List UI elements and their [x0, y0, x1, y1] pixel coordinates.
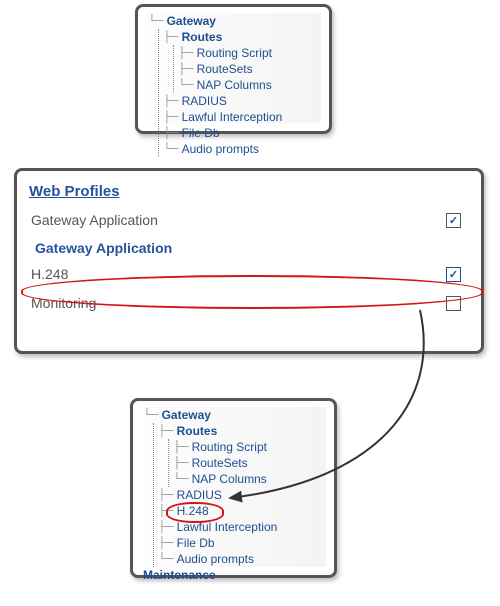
tree-label: Maintenance [143, 567, 216, 583]
subheading-gateway-application: Gateway Application [25, 234, 473, 260]
nav-tree-after: └─ Gateway ├─ Routes ├─Routing Script ├─… [141, 407, 326, 583]
tree-node-routes[interactable]: ├─ Routes [163, 29, 321, 45]
nav-tree-before: └─ Gateway ├─ Routes ├─Routing Script ├─… [146, 13, 321, 157]
tree-label: RADIUS [177, 487, 222, 503]
tree-label: Routes [182, 29, 223, 45]
tree-node[interactable]: ├─RADIUS [158, 487, 326, 503]
tree-label: Audio prompts [182, 141, 259, 157]
tree-label: Routing Script [192, 439, 267, 455]
tree-node-gateway[interactable]: └─ Gateway [148, 13, 321, 29]
tree-node[interactable]: └─Audio prompts [158, 551, 326, 567]
row-monitoring: Monitoring [25, 288, 473, 317]
tree-label: NAP Columns [197, 77, 272, 93]
tree-label: RouteSets [197, 61, 253, 77]
tree-label: NAP Columns [192, 471, 267, 487]
tree-label: Routing Script [197, 45, 272, 61]
tree-label: Gateway [167, 13, 216, 29]
tree-node-h248[interactable]: ├─H.248 [158, 503, 326, 519]
tree-node[interactable]: └─NAP Columns [173, 471, 326, 487]
tree-node[interactable]: ├─Lawful Interception [163, 109, 321, 125]
web-profiles-panel: Web Profiles Gateway Application Gateway… [14, 168, 484, 354]
tree-node[interactable]: ├─RouteSets [178, 61, 321, 77]
checkbox-h248[interactable] [446, 267, 461, 282]
checkbox-gateway-app[interactable] [446, 213, 461, 228]
row-label: Gateway Application [31, 212, 158, 228]
tree-label: RADIUS [182, 93, 227, 109]
tree-connector: └─ [148, 13, 164, 29]
tree-node[interactable]: └─NAP Columns [178, 77, 321, 93]
tree-label: Lawful Interception [182, 109, 283, 125]
tree-label: File Db [177, 535, 215, 551]
tree-node[interactable]: ├─Routing Script [178, 45, 321, 61]
row-gateway-application: Gateway Application [25, 206, 473, 234]
tree-before-panel: └─ Gateway ├─ Routes ├─Routing Script ├─… [135, 4, 332, 134]
row-label: Monitoring [31, 295, 96, 311]
checkbox-monitoring[interactable] [446, 296, 461, 311]
tree-node[interactable]: ├─Lawful Interception [158, 519, 326, 535]
tree-label: Lawful Interception [177, 519, 278, 535]
tree-label: File Db [182, 125, 220, 141]
tree-node[interactable]: └─Audio prompts [163, 141, 321, 157]
tree-node[interactable]: ├─RouteSets [173, 455, 326, 471]
tree-label: H.248 [177, 503, 209, 519]
tree-node[interactable]: ├─File Db [158, 535, 326, 551]
tree-node-maintenance[interactable]: Maintenance [143, 567, 326, 583]
tree-node[interactable]: ├─File Db [163, 125, 321, 141]
web-profiles-heading: Web Profiles [25, 177, 473, 206]
tree-label: Audio prompts [177, 551, 254, 567]
tree-node[interactable]: ├─Routing Script [173, 439, 326, 455]
row-label: H.248 [31, 266, 68, 282]
tree-after-panel: └─ Gateway ├─ Routes ├─Routing Script ├─… [130, 398, 337, 578]
tree-label: RouteSets [192, 455, 248, 471]
tree-node-routes[interactable]: ├─ Routes [158, 423, 326, 439]
row-h248: H.248 [25, 260, 473, 288]
tree-node[interactable]: ├─RADIUS [163, 93, 321, 109]
tree-label: Gateway [162, 407, 211, 423]
tree-label: Routes [177, 423, 218, 439]
tree-node-gateway[interactable]: └─ Gateway [143, 407, 326, 423]
